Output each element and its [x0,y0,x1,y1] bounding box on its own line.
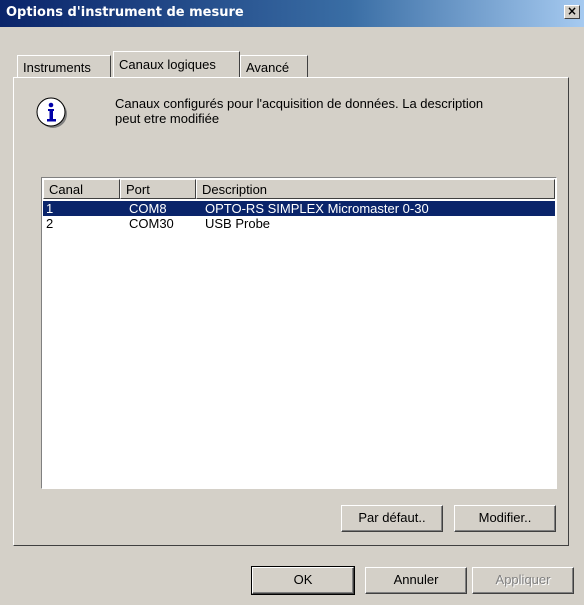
cell-port: COM30 [129,216,174,231]
tab-instruments[interactable]: Instruments [17,55,111,77]
list-row-channel-1[interactable]: 1 COM8 OPTO-RS SIMPLEX Micromaster 0-30 [43,201,555,216]
cancel-button[interactable]: Annuler [365,567,467,594]
ok-button[interactable]: OK [251,566,355,595]
channel-list[interactable]: Canal Port Description 1 COM8 OPTO-RS SI… [41,177,557,489]
cell-canal: 2 [46,216,54,231]
info-text-line1: Canaux configurés pour l'acquisition de … [115,96,484,111]
cell-port: COM8 [129,201,167,216]
tab-label: Instruments [23,60,91,75]
tab-label: Avancé [246,60,290,75]
modify-button[interactable]: Modifier.. [454,505,556,532]
default-button[interactable]: Par défaut.. [341,505,443,532]
options-dialog: Options d'instrument de mesure × Instrum… [0,0,584,605]
close-button[interactable]: × [564,5,580,19]
cell-description: OPTO-RS SIMPLEX Micromaster 0-30 [205,201,429,216]
column-header-description[interactable]: Description [196,179,555,199]
tab-label: Canaux logiques [119,57,216,72]
apply-button[interactable]: Appliquer [472,567,574,594]
cell-description: USB Probe [205,216,271,231]
title-bar[interactable]: Options d'instrument de mesure × [0,0,584,27]
info-description: Canaux configurés pour l'acquisition de … [115,96,555,126]
column-header-canal[interactable]: Canal [43,179,120,199]
window-title: Options d'instrument de mesure [6,5,244,20]
close-icon: × [566,4,578,18]
info-text-line2: peut etre modifiée [115,111,220,126]
column-header-port[interactable]: Port [120,179,196,199]
list-row-channel-2[interactable]: 2 COM30 USB Probe [43,216,555,231]
list-header: Canal Port Description [43,179,555,199]
tab-avance[interactable]: Avancé [240,55,308,77]
tab-canaux-logiques[interactable]: Canaux logiques [113,51,240,77]
cell-canal: 1 [46,201,54,216]
info-icon [36,97,67,128]
